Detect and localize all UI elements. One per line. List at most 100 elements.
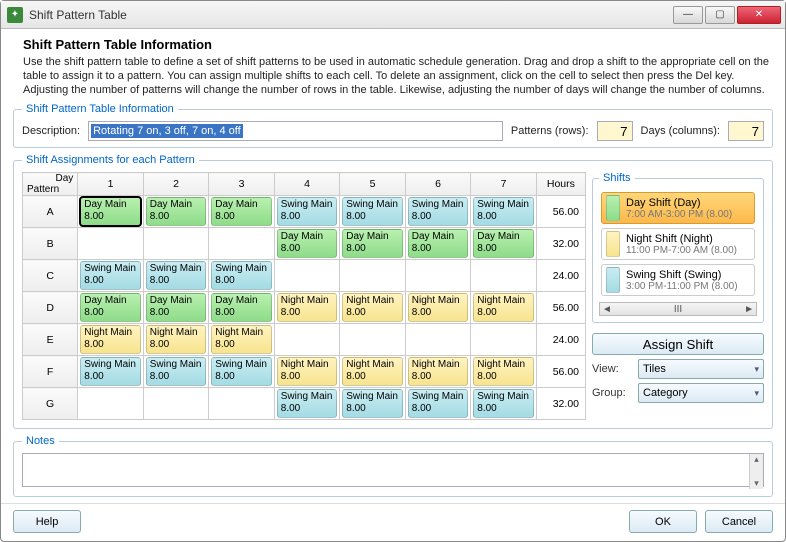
grid-cell[interactable]: Swing Main8.00	[405, 388, 471, 420]
maximize-button[interactable]: ▢	[705, 6, 735, 24]
description-input[interactable]: Rotating 7 on, 3 off, 7 on, 4 off	[88, 121, 503, 141]
shift-assignment[interactable]: Swing Main8.00	[80, 261, 141, 290]
grid-cell[interactable]	[405, 324, 471, 356]
grid-cell[interactable]: Night Main8.00	[471, 292, 537, 324]
grid-cell[interactable]: Swing Main8.00	[274, 196, 340, 228]
minimize-button[interactable]: —	[673, 6, 703, 24]
grid-cell[interactable]	[209, 388, 275, 420]
grid-cell[interactable]	[405, 260, 471, 292]
shift-assignment[interactable]: Swing Main8.00	[146, 357, 207, 386]
assign-shift-button[interactable]: Assign Shift	[592, 333, 764, 355]
shift-item[interactable]: Night Shift (Night)11:00 PM-7:00 AM (8.0…	[601, 228, 755, 260]
notes-textarea[interactable]	[22, 453, 764, 487]
shift-assignment[interactable]: Night Main8.00	[146, 325, 207, 354]
grid-cell[interactable]	[209, 228, 275, 260]
grid-cell[interactable]: Day Main8.00	[274, 228, 340, 260]
shift-assignment[interactable]: Day Main8.00	[342, 229, 403, 258]
shift-assignment[interactable]: Day Main8.00	[211, 197, 272, 226]
grid-cell[interactable]	[471, 324, 537, 356]
shift-assignment[interactable]: Swing Main8.00	[408, 197, 469, 226]
shift-assignment[interactable]: Day Main8.00	[473, 229, 534, 258]
shift-assignment[interactable]: Night Main8.00	[211, 325, 272, 354]
shift-assignment[interactable]: Swing Main8.00	[473, 389, 534, 418]
shift-assignment[interactable]: Night Main8.00	[342, 357, 403, 386]
grid-cell[interactable]: Night Main8.00	[405, 292, 471, 324]
shift-assignment[interactable]: Night Main8.00	[342, 293, 403, 322]
shift-assignment[interactable]: Night Main8.00	[277, 357, 338, 386]
grid-cell[interactable]: Day Main8.00	[471, 228, 537, 260]
shift-assignment[interactable]: Swing Main8.00	[408, 389, 469, 418]
grid-cell[interactable]	[471, 260, 537, 292]
grid-cell[interactable]: Day Main8.00	[209, 292, 275, 324]
grid-cell[interactable]: Swing Main8.00	[209, 260, 275, 292]
shift-grid[interactable]: DayPattern1234567Hours ADay Main8.00Day …	[22, 172, 586, 420]
shift-assignment[interactable]: Night Main8.00	[277, 293, 338, 322]
grid-cell[interactable]: Swing Main8.00	[78, 260, 144, 292]
shift-item[interactable]: Swing Shift (Swing)3:00 PM-11:00 PM (8.0…	[601, 264, 755, 296]
patterns-input[interactable]	[597, 121, 633, 141]
grid-cell[interactable]: Swing Main8.00	[471, 196, 537, 228]
notes-scrollbar[interactable]: ▴▾	[749, 454, 763, 489]
grid-cell[interactable]	[274, 324, 340, 356]
scroll-right-icon[interactable]: ►	[744, 304, 754, 315]
shift-assignment[interactable]: Night Main8.00	[473, 357, 534, 386]
shift-assignment[interactable]: Swing Main8.00	[342, 197, 403, 226]
grid-cell[interactable]: Swing Main8.00	[340, 388, 406, 420]
shift-list[interactable]: Day Shift (Day)7:00 AM-3:00 PM (8.00) Nig…	[599, 190, 757, 298]
shift-assignment[interactable]: Swing Main8.00	[342, 389, 403, 418]
grid-cell[interactable]	[274, 260, 340, 292]
grid-cell[interactable]: Day Main8.00	[340, 228, 406, 260]
grid-cell[interactable]: Swing Main8.00	[209, 356, 275, 388]
grid-cell[interactable]: Night Main8.00	[340, 356, 406, 388]
grid-cell[interactable]	[340, 260, 406, 292]
shift-assignment[interactable]: Day Main8.00	[146, 293, 207, 322]
grid-cell[interactable]	[78, 388, 144, 420]
shift-assignment[interactable]: Night Main8.00	[408, 357, 469, 386]
grid-cell[interactable]	[78, 228, 144, 260]
grid-cell[interactable]: Day Main8.00	[143, 196, 209, 228]
days-input[interactable]	[728, 121, 764, 141]
view-combo[interactable]: Tiles ▾	[638, 359, 764, 379]
shift-assignment[interactable]: Swing Main8.00	[146, 261, 207, 290]
grid-cell[interactable]: Swing Main8.00	[471, 388, 537, 420]
grid-cell[interactable]: Night Main8.00	[274, 292, 340, 324]
shifts-scrollbar[interactable]: ◄ III ►	[599, 302, 757, 316]
cancel-button[interactable]: Cancel	[705, 510, 773, 533]
shift-assignment[interactable]: Swing Main8.00	[80, 357, 141, 386]
shift-assignment[interactable]: Day Main8.00	[211, 293, 272, 322]
ok-button[interactable]: OK	[629, 510, 697, 533]
grid-cell[interactable]: Night Main8.00	[340, 292, 406, 324]
grid-cell[interactable]: Day Main8.00	[78, 292, 144, 324]
grid-cell[interactable]: Swing Main8.00	[78, 356, 144, 388]
grid-cell[interactable]: Night Main8.00	[274, 356, 340, 388]
grid-cell[interactable]: Night Main8.00	[405, 356, 471, 388]
shift-assignment[interactable]: Day Main8.00	[80, 293, 141, 322]
grid-cell[interactable]: Swing Main8.00	[143, 260, 209, 292]
grid-cell[interactable]: Night Main8.00	[209, 324, 275, 356]
grid-cell[interactable]: Swing Main8.00	[143, 356, 209, 388]
shift-assignment[interactable]: Night Main8.00	[473, 293, 534, 322]
grid-cell[interactable]: Swing Main8.00	[340, 196, 406, 228]
shift-assignment[interactable]: Night Main8.00	[408, 293, 469, 322]
shift-assignment[interactable]: Day Main8.00	[408, 229, 469, 258]
shift-assignment[interactable]: Swing Main8.00	[473, 197, 534, 226]
help-button[interactable]: Help	[13, 510, 81, 533]
grid-cell[interactable]	[340, 324, 406, 356]
shift-assignment[interactable]: Swing Main8.00	[277, 389, 338, 418]
scroll-left-icon[interactable]: ◄	[602, 304, 612, 315]
group-combo[interactable]: Category ▾	[638, 383, 764, 403]
shift-item[interactable]: Day Shift (Day)7:00 AM-3:00 PM (8.00)	[601, 192, 755, 224]
grid-cell[interactable]: Day Main8.00	[405, 228, 471, 260]
grid-cell[interactable]: Day Main8.00	[78, 196, 144, 228]
shift-assignment[interactable]: Night Main8.00	[80, 325, 141, 354]
close-button[interactable]: ✕	[737, 6, 781, 24]
grid-cell[interactable]: Night Main8.00	[78, 324, 144, 356]
grid-cell[interactable]: Swing Main8.00	[405, 196, 471, 228]
shift-assignment[interactable]: Swing Main8.00	[277, 197, 338, 226]
grid-cell[interactable]: Night Main8.00	[143, 324, 209, 356]
grid-cell[interactable]	[143, 388, 209, 420]
shift-assignment[interactable]: Swing Main8.00	[211, 261, 272, 290]
shift-assignment[interactable]: Day Main8.00	[80, 197, 141, 226]
shift-assignment[interactable]: Day Main8.00	[146, 197, 207, 226]
grid-cell[interactable]: Day Main8.00	[209, 196, 275, 228]
